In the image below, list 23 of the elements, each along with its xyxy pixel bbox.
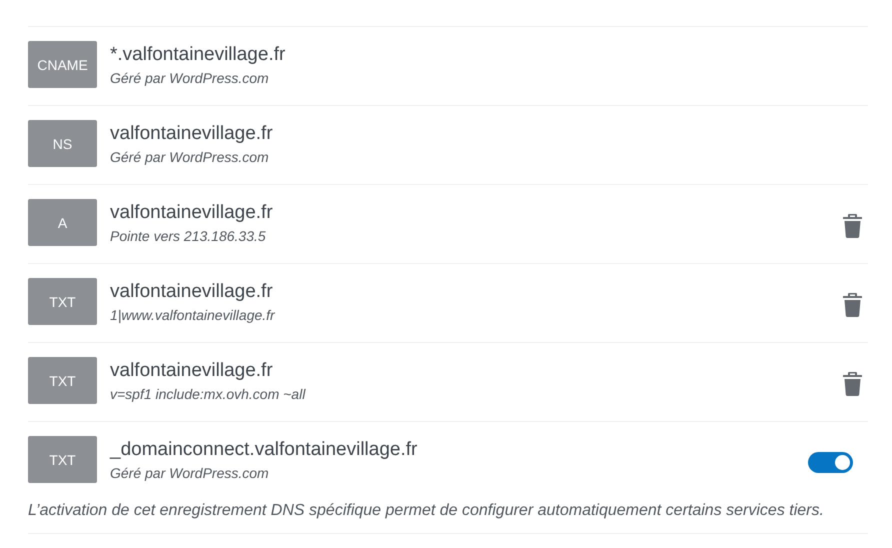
record-name: valfontainevillage.fr <box>110 360 274 382</box>
record-type-badge: TXT <box>28 278 97 325</box>
record-name: valfontainevillage.fr <box>110 281 274 303</box>
record-detail: Géré par WordPress.com <box>110 149 270 166</box>
record-name: valfontainevillage.fr <box>110 123 274 145</box>
toggle-switch[interactable] <box>808 452 853 473</box>
record-detail: Géré par WordPress.com <box>110 70 270 87</box>
record-detail: Géré par WordPress.com <box>110 465 270 482</box>
record-name: *.valfontainevillage.fr <box>110 44 286 66</box>
delete-icon[interactable] <box>843 293 862 317</box>
description-text: L’activation de cet enregistrement DNS spécifique permet de configurer automatiquement certains services tiers. <box>28 500 868 534</box>
record-type-badge: TXT <box>28 436 97 483</box>
record-detail: v=spf1 include:mx.ovh.com ~all <box>110 386 307 403</box>
record-type-badge: CNAME <box>28 41 97 88</box>
record-type-badge: TXT <box>28 357 97 404</box>
delete-icon[interactable] <box>843 372 862 396</box>
record-name: valfontainevillage.fr <box>110 202 274 224</box>
record-detail: 1|www.valfontainevillage.fr <box>110 307 276 324</box>
delete-icon[interactable] <box>843 214 862 238</box>
record-detail: Pointe vers 213.186.33.5 <box>110 228 267 245</box>
record-type-badge: A <box>28 199 97 246</box>
record-name: _domainconnect.valfontainevillage.fr <box>110 439 418 461</box>
record-type-badge: NS <box>28 120 97 167</box>
